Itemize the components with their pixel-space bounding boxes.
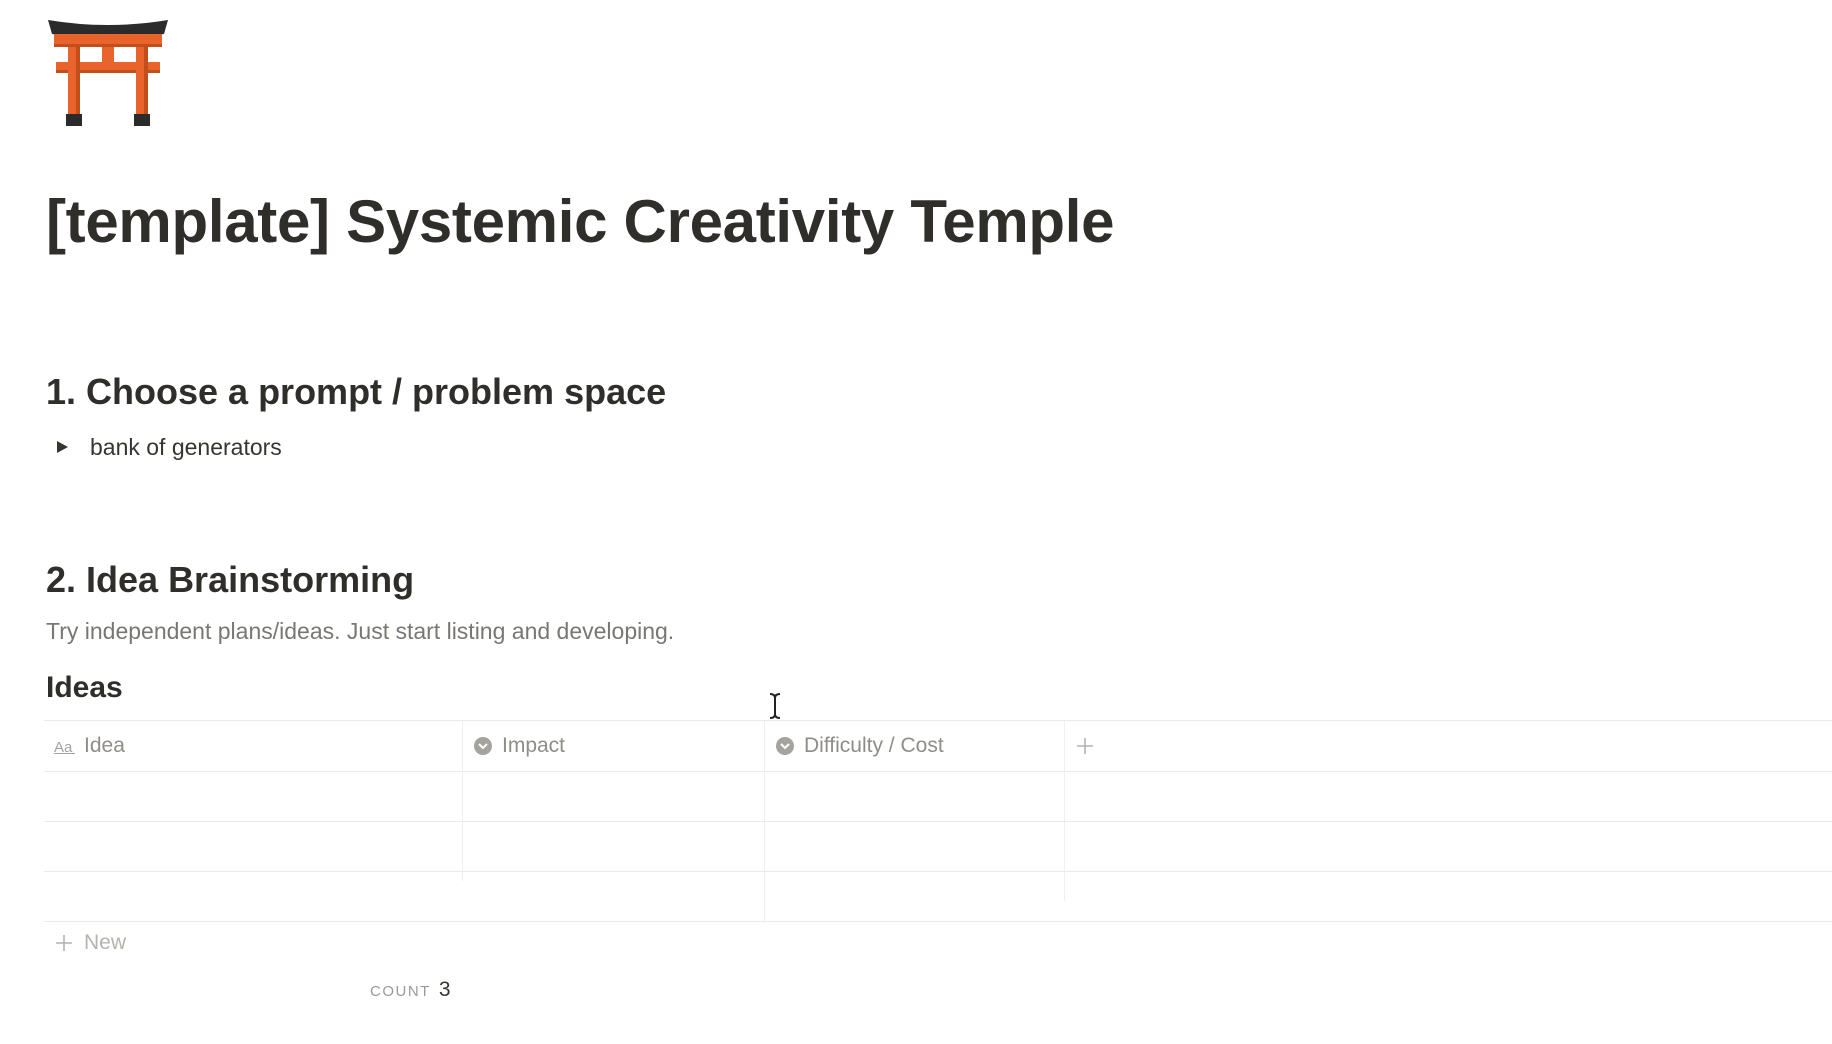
section-description[interactable]: Try independent plans/ideas. Just start … bbox=[46, 618, 674, 645]
text-cursor-icon bbox=[768, 692, 782, 720]
cell-impact[interactable] bbox=[462, 872, 764, 921]
column-header-difficulty[interactable]: Difficulty / Cost bbox=[774, 721, 1074, 771]
section-heading-prompt[interactable]: 1. Choose a prompt / problem space bbox=[46, 370, 666, 414]
column-label: Impact bbox=[502, 734, 566, 757]
add-column-button[interactable] bbox=[1074, 721, 1134, 771]
table-row[interactable] bbox=[44, 822, 1832, 872]
cell-impact[interactable] bbox=[462, 822, 764, 871]
cell-difficulty[interactable] bbox=[764, 772, 1064, 821]
select-chevron-icon bbox=[774, 735, 796, 757]
column-label: Difficulty / Cost bbox=[804, 734, 944, 757]
column-label: Idea bbox=[84, 734, 125, 757]
column-header-impact[interactable]: Impact bbox=[472, 721, 772, 771]
cell-idea[interactable] bbox=[44, 822, 462, 871]
count-calculation[interactable]: COUNT 3 bbox=[370, 978, 451, 1002]
torii-gate-icon[interactable] bbox=[46, 14, 170, 130]
section-heading-brainstorming[interactable]: 2. Idea Brainstorming bbox=[46, 558, 414, 602]
toggle-block[interactable]: bank of generators bbox=[52, 430, 282, 464]
count-label: COUNT bbox=[370, 983, 431, 1000]
new-row-label: New bbox=[84, 931, 127, 954]
cell-difficulty[interactable] bbox=[764, 822, 1064, 871]
title-aa-icon: Aa bbox=[54, 735, 76, 757]
svg-text:Aa: Aa bbox=[54, 739, 73, 754]
select-chevron-icon bbox=[472, 735, 494, 757]
count-value: 3 bbox=[438, 978, 451, 1001]
page-title[interactable]: [template] Systemic Creativity Temple bbox=[46, 186, 1114, 258]
database-title[interactable]: Ideas bbox=[46, 668, 123, 708]
plus-icon bbox=[54, 933, 74, 953]
plus-icon bbox=[1074, 735, 1096, 757]
table-row[interactable] bbox=[44, 872, 1832, 922]
cell-idea[interactable] bbox=[44, 772, 462, 821]
toggle-label[interactable]: bank of generators bbox=[90, 434, 282, 461]
cell-idea[interactable] bbox=[44, 872, 462, 921]
new-row-button[interactable]: New bbox=[54, 928, 126, 958]
toggle-arrow-icon[interactable] bbox=[52, 437, 72, 457]
cell-impact[interactable] bbox=[462, 772, 764, 821]
page: [template] Systemic Creativity Temple 1.… bbox=[0, 0, 1832, 1044]
table-row[interactable] bbox=[44, 772, 1832, 822]
ideas-table: Aa Idea Impact Difficulty / Cost bbox=[44, 720, 1832, 922]
table-header: Aa Idea Impact Difficulty / Cost bbox=[44, 720, 1832, 921]
cell-difficulty[interactable] bbox=[764, 872, 1064, 921]
column-header-idea[interactable]: Aa Idea bbox=[54, 721, 464, 771]
